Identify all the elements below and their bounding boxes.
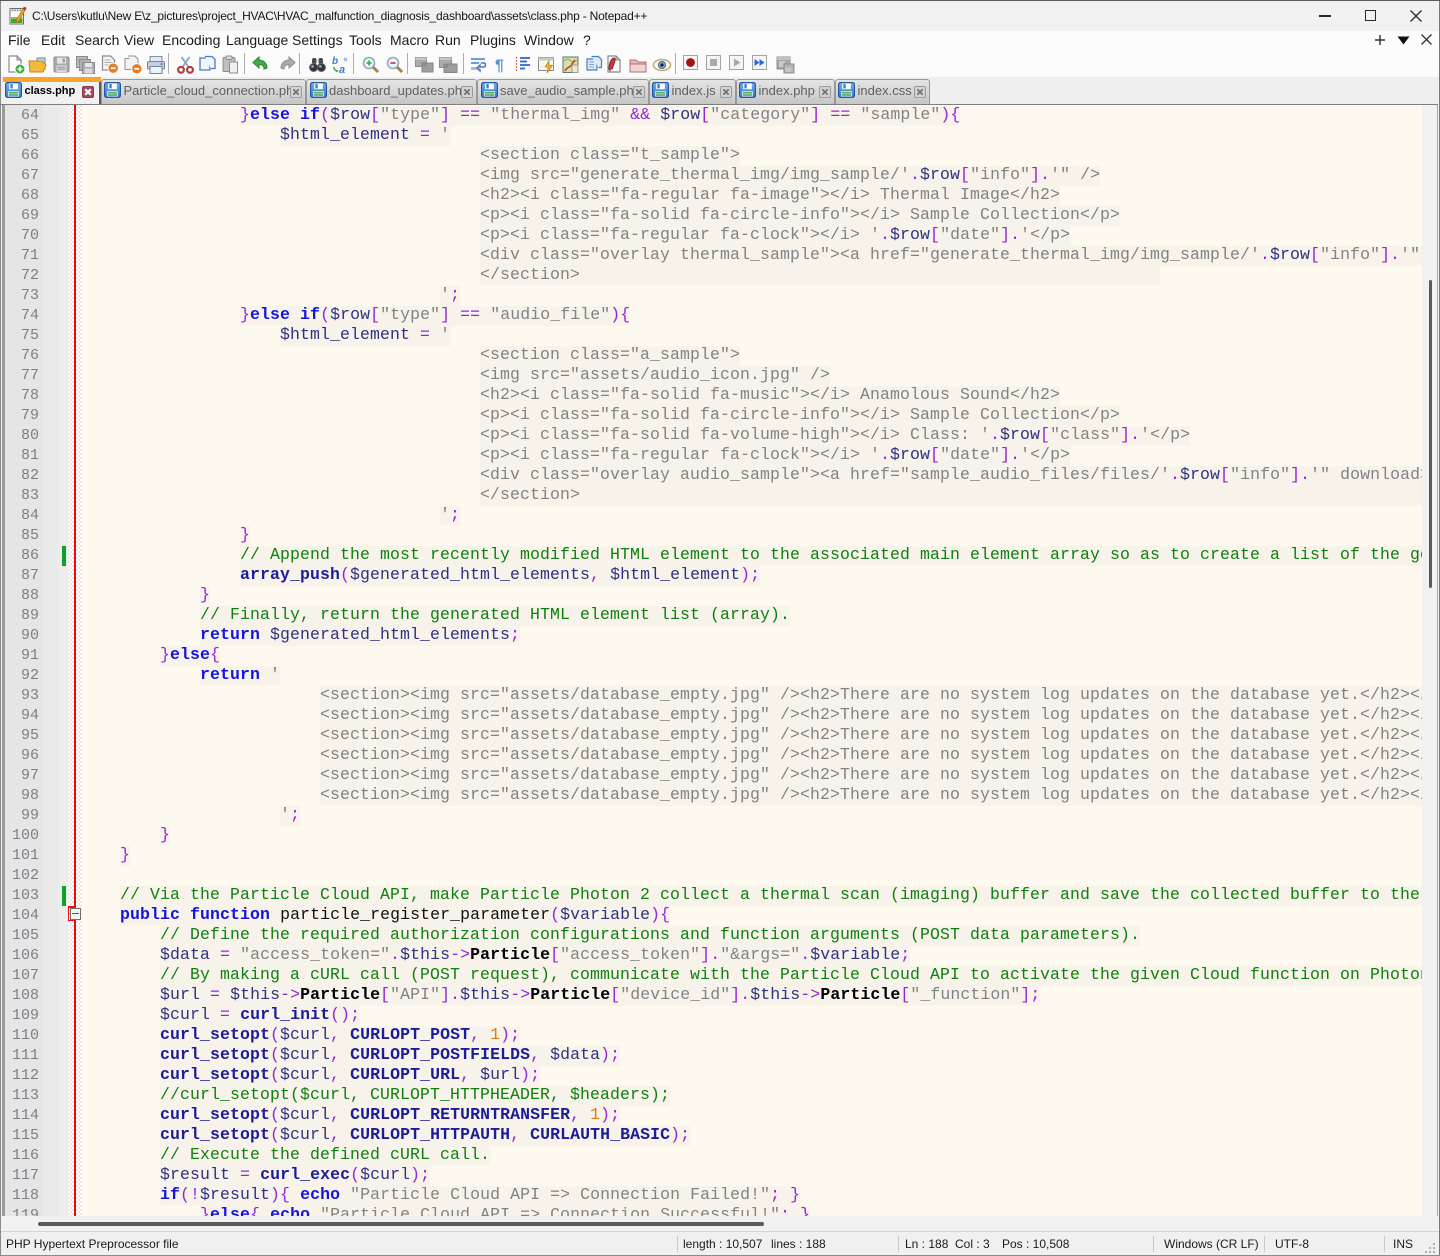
svg-text:uc: uc — [786, 68, 792, 74]
svg-text:¶: ¶ — [495, 58, 504, 75]
svg-text:a: a — [339, 64, 345, 75]
svg-text:b: b — [332, 56, 338, 67]
